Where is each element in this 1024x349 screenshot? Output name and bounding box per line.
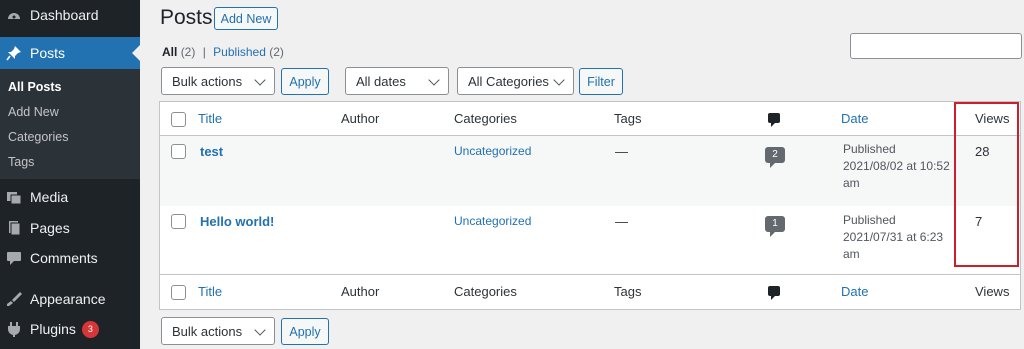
chevron-down-icon [254, 74, 266, 86]
post-tags: — [615, 144, 628, 159]
post-date-time: 2021/07/31 at 6:23 [843, 230, 944, 244]
date-filter-select[interactable]: All dates [345, 67, 449, 95]
add-new-button[interactable]: Add New [214, 7, 278, 30]
sidebar-item-label: Comments [30, 250, 98, 266]
admin-sidebar: Dashboard Posts All Posts Add New Catego… [0, 0, 140, 349]
post-category-link[interactable]: Uncategorized [454, 214, 531, 228]
sidebar-item-label: Appearance [30, 291, 106, 307]
submenu-item-categories[interactable]: Categories [8, 130, 68, 144]
post-date-time: 2021/08/02 at 10:52 [843, 159, 950, 173]
chevron-down-icon [553, 74, 565, 86]
comment-count-bubble[interactable]: 1 [765, 216, 785, 237]
column-header-categories: Categories [454, 284, 517, 299]
page-title: Posts [160, 6, 213, 29]
bulk-actions-value: Bulk actions [172, 73, 243, 89]
comment-column-icon[interactable] [768, 286, 780, 300]
sidebar-item-pages[interactable]: Pages [0, 213, 140, 243]
sidebar-item-media[interactable]: Media [0, 182, 140, 212]
submenu-item-tags[interactable]: Tags [8, 155, 34, 169]
post-title-link[interactable]: test [200, 144, 223, 159]
post-tags: — [615, 214, 628, 229]
filter-published-count: (2) [269, 45, 284, 59]
post-date-ampm: am [843, 247, 860, 261]
submenu-item-add-new[interactable]: Add New [8, 105, 59, 119]
sidebar-item-label: Plugins [30, 321, 76, 337]
select-all-checkbox[interactable] [171, 285, 186, 300]
filter-all-count: (2) [180, 45, 196, 59]
filter-all-link[interactable]: All [162, 45, 177, 59]
comment-column-icon[interactable] [768, 113, 780, 127]
appearance-icon [6, 291, 22, 307]
posts-table-footer: Title Author Categories Tags Date Views [159, 275, 1021, 310]
category-filter-select[interactable]: All Categories [457, 67, 574, 95]
column-header-categories: Categories [454, 111, 517, 126]
sidebar-item-comments[interactable]: Comments [0, 243, 140, 273]
comment-count-bubble[interactable]: 2 [765, 147, 785, 168]
sidebar-item-label: Dashboard [30, 7, 99, 23]
column-header-views: Views [975, 284, 1010, 299]
post-date-ampm: am [843, 176, 860, 190]
sidebar-item-label: Posts [30, 45, 66, 61]
column-header-tags: Tags [614, 284, 642, 299]
bulk-actions-select-bottom[interactable]: Bulk actions [161, 317, 275, 345]
row-checkbox[interactable] [171, 214, 186, 229]
select-all-checkbox[interactable] [171, 112, 186, 127]
plugins-icon [6, 321, 22, 337]
column-header-author: Author [341, 284, 380, 299]
chevron-down-icon [428, 74, 440, 86]
post-category-link[interactable]: Uncategorized [454, 144, 531, 158]
sidebar-item-posts[interactable]: Posts [0, 37, 140, 69]
filter-published-link[interactable]: Published [213, 45, 266, 59]
bulk-actions-select-top[interactable]: Bulk actions [161, 67, 275, 95]
category-filter-value: All Categories [468, 73, 549, 89]
chevron-down-icon [254, 324, 266, 336]
plugins-update-badge: 3 [81, 320, 99, 338]
status-filter-links: All (2) | Published (2) [162, 45, 284, 59]
column-header-title[interactable]: Title [198, 284, 222, 299]
bulk-actions-value: Bulk actions [172, 323, 243, 339]
sidebar-item-dashboard[interactable]: Dashboard [0, 0, 140, 30]
sidebar-item-label: Pages [30, 220, 70, 236]
apply-button-top[interactable]: Apply [281, 68, 329, 95]
views-column-highlight [954, 102, 1019, 267]
media-icon [6, 189, 22, 205]
dashboard-icon [6, 7, 22, 23]
column-header-tags: Tags [614, 111, 642, 126]
column-header-author: Author [341, 111, 380, 126]
post-title-link[interactable]: Hello world! [200, 214, 274, 229]
search-posts-input[interactable] [850, 33, 1022, 59]
current-indicator [132, 45, 140, 61]
column-header-date[interactable]: Date [841, 111, 868, 126]
pin-icon [6, 45, 22, 61]
post-date-status: Published [843, 142, 896, 156]
filter-separator: | [202, 45, 206, 59]
sidebar-item-appearance[interactable]: Appearance [0, 284, 140, 314]
posts-table: Title Author Categories Tags Date Views … [159, 101, 1021, 275]
posts-submenu: All Posts Add New Categories Tags [0, 69, 140, 179]
row-checkbox[interactable] [171, 144, 186, 159]
comments-icon [6, 250, 22, 266]
apply-button-bottom[interactable]: Apply [281, 318, 329, 345]
submenu-item-all-posts[interactable]: All Posts [8, 80, 62, 94]
sidebar-item-label: Media [30, 189, 69, 205]
sidebar-item-plugins[interactable]: Plugins 3 [0, 314, 140, 344]
column-header-title[interactable]: Title [198, 111, 222, 126]
pages-icon [6, 220, 22, 236]
post-date-status: Published [843, 213, 896, 227]
column-header-date[interactable]: Date [841, 284, 868, 299]
date-filter-value: All dates [356, 73, 406, 89]
filter-button[interactable]: Filter [579, 68, 623, 95]
